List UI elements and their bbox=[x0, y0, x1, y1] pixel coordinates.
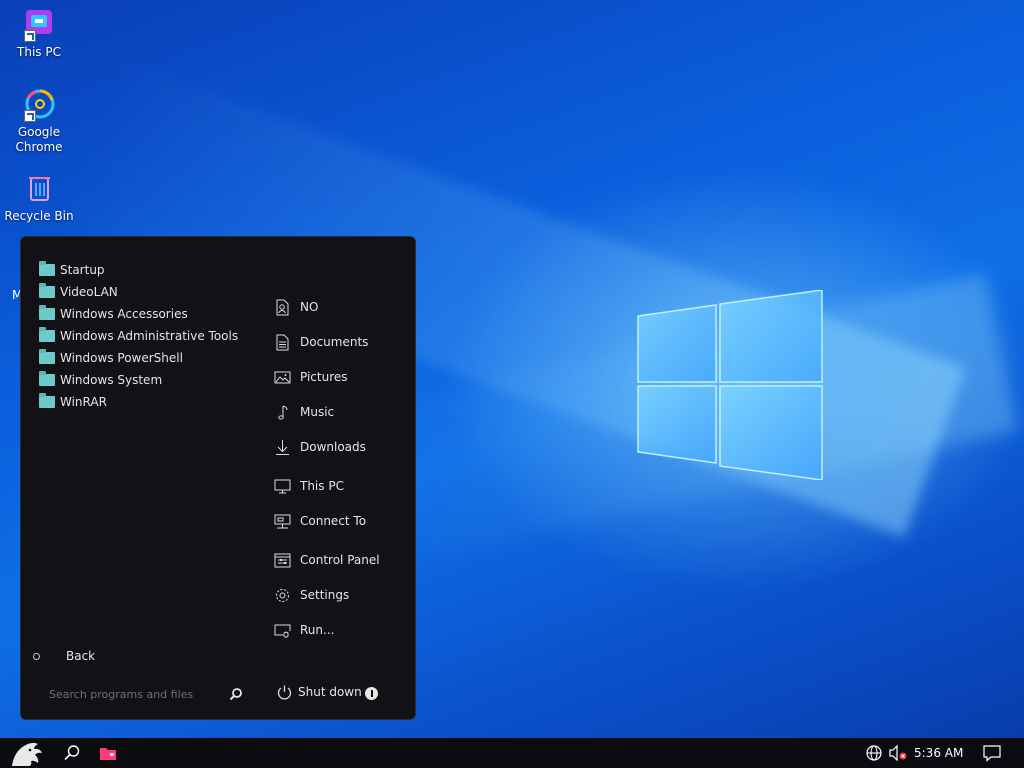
desktop-icon-google-chrome[interactable]: Google Chrome bbox=[1, 88, 77, 155]
clock[interactable]: 5:36 AM bbox=[914, 738, 963, 768]
power-icon bbox=[275, 683, 293, 701]
place-control-panel[interactable]: Control Panel bbox=[273, 548, 380, 572]
place-label: Control Panel bbox=[300, 553, 380, 567]
desktop-icon-label: This PC bbox=[17, 45, 61, 59]
start-menu: Startup VideoLAN Windows Accessories Win… bbox=[20, 236, 416, 720]
dragon-start-icon bbox=[12, 742, 42, 766]
start-button[interactable] bbox=[4, 738, 48, 768]
shortcut-arrow-icon bbox=[24, 30, 36, 42]
shortcut-arrow-icon bbox=[24, 110, 36, 122]
place-label: This PC bbox=[300, 479, 344, 493]
notifications-button[interactable] bbox=[980, 738, 1004, 768]
pictures-icon bbox=[273, 368, 291, 386]
place-user[interactable]: NO bbox=[273, 295, 318, 319]
program-folder-windows-administrative-tools[interactable]: Windows Administrative Tools bbox=[39, 325, 259, 347]
recycle-bin-icon bbox=[22, 172, 56, 206]
place-settings[interactable]: Settings bbox=[273, 583, 349, 607]
globe-icon bbox=[866, 745, 882, 761]
program-folder-windows-system[interactable]: Windows System bbox=[39, 369, 259, 391]
taskbar: 5:36 AM bbox=[0, 738, 1024, 768]
desktop-icon-label: Chrome bbox=[15, 140, 63, 154]
place-connect-to[interactable]: Connect To bbox=[273, 509, 366, 533]
folder-icon bbox=[39, 283, 55, 298]
program-label: Windows Administrative Tools bbox=[60, 329, 239, 343]
folder-icon bbox=[39, 305, 55, 320]
folder-icon bbox=[39, 393, 55, 408]
program-label: Windows System bbox=[60, 373, 163, 387]
program-folder-windows-powershell[interactable]: Windows PowerShell bbox=[39, 347, 259, 369]
computer-icon bbox=[273, 477, 291, 495]
action-center-icon bbox=[983, 745, 1001, 762]
document-icon bbox=[273, 333, 291, 351]
network-status-button[interactable] bbox=[862, 738, 886, 768]
place-music[interactable]: Music bbox=[273, 400, 334, 424]
control-panel-icon bbox=[273, 551, 291, 569]
program-label: VideoLAN bbox=[60, 285, 118, 299]
place-label: NO bbox=[300, 300, 319, 314]
desktop-icon-this-pc[interactable]: This PC bbox=[1, 8, 77, 60]
place-downloads[interactable]: Downloads bbox=[273, 435, 366, 459]
back-icon bbox=[33, 652, 40, 660]
taskbar-file-explorer-button[interactable] bbox=[94, 738, 122, 768]
search-icon[interactable] bbox=[229, 687, 243, 701]
place-label: Pictures bbox=[300, 370, 348, 384]
folder-icon bbox=[39, 371, 55, 386]
place-label: Run... bbox=[300, 623, 335, 637]
connect-icon bbox=[273, 512, 291, 530]
run-icon bbox=[273, 621, 291, 639]
user-icon bbox=[273, 298, 291, 316]
taskbar-search-button[interactable] bbox=[58, 738, 86, 768]
place-label: Settings bbox=[300, 588, 350, 602]
place-this-pc[interactable]: This PC bbox=[273, 474, 344, 498]
music-icon bbox=[273, 403, 291, 421]
place-label: Documents bbox=[300, 335, 369, 349]
chrome-icon bbox=[22, 88, 56, 122]
program-list: Startup VideoLAN Windows Accessories Win… bbox=[39, 259, 259, 413]
search-icon bbox=[64, 745, 80, 761]
desktop-icon-label: Recycle Bin bbox=[4, 209, 74, 223]
shutdown-label: Shut down bbox=[298, 685, 362, 699]
back-button[interactable]: Back bbox=[33, 649, 95, 663]
program-folder-startup[interactable]: Startup bbox=[39, 259, 259, 281]
place-pictures[interactable]: Pictures bbox=[273, 365, 348, 389]
program-label: Startup bbox=[60, 263, 105, 277]
shutdown-options-icon[interactable] bbox=[365, 687, 378, 700]
windows-logo bbox=[637, 290, 823, 480]
folder-icon bbox=[100, 748, 116, 760]
download-icon bbox=[273, 438, 291, 456]
folder-icon bbox=[39, 327, 55, 342]
desktop-icon-recycle-bin[interactable]: Recycle Bin bbox=[1, 172, 77, 224]
shutdown-button[interactable]: Shut down bbox=[275, 683, 362, 701]
volume-button[interactable] bbox=[886, 738, 910, 768]
search-box bbox=[49, 683, 249, 705]
folder-icon bbox=[39, 261, 55, 276]
place-documents[interactable]: Documents bbox=[273, 330, 368, 354]
place-label: Connect To bbox=[300, 514, 367, 528]
program-label: WinRAR bbox=[60, 395, 107, 409]
place-label: Downloads bbox=[300, 440, 366, 454]
gear-icon bbox=[273, 586, 291, 604]
desktop-icon-label: Google bbox=[17, 125, 61, 139]
program-label: Windows Accessories bbox=[60, 307, 188, 321]
back-label: Back bbox=[66, 649, 96, 663]
program-folder-winrar[interactable]: WinRAR bbox=[39, 391, 259, 413]
place-run[interactable]: Run... bbox=[273, 618, 334, 642]
this-pc-icon bbox=[22, 8, 56, 42]
volume-muted-icon bbox=[889, 744, 907, 762]
program-folder-videolan[interactable]: VideoLAN bbox=[39, 281, 259, 303]
folder-icon bbox=[39, 349, 55, 364]
search-input[interactable] bbox=[49, 687, 229, 701]
program-label: Windows PowerShell bbox=[60, 351, 183, 365]
place-label: Music bbox=[300, 405, 335, 419]
program-folder-windows-accessories[interactable]: Windows Accessories bbox=[39, 303, 259, 325]
